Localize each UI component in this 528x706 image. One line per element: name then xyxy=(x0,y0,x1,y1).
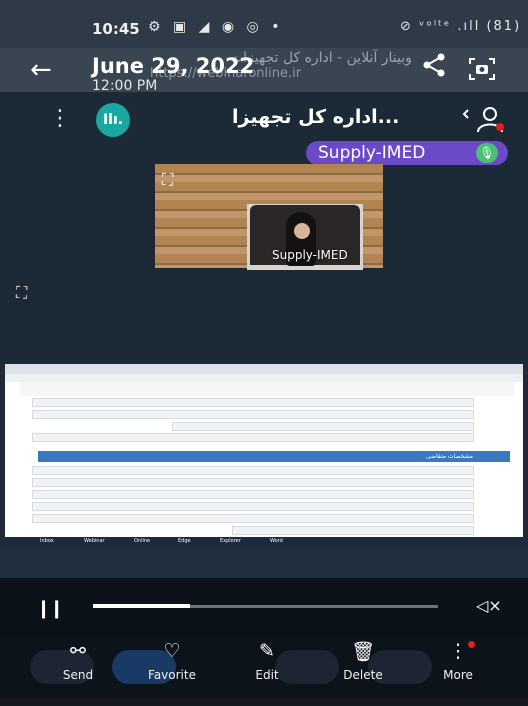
send-label: Send xyxy=(62,668,94,682)
shared-taskbar xyxy=(5,537,523,546)
background-meeting-title: وبینار آنلاین - اداره کل تجهیزات xyxy=(230,50,412,66)
delete-button[interactable]: 🗑 Delete xyxy=(328,640,398,682)
pencil-icon: ✎ xyxy=(259,640,275,662)
shared-taskbar-item: Word xyxy=(270,538,283,544)
shared-browser-bar xyxy=(5,364,523,374)
favorite-label: Favorite xyxy=(148,668,196,682)
shared-form-row xyxy=(32,502,474,511)
shared-form-row xyxy=(32,433,474,442)
mute-icon[interactable]: ◁× xyxy=(476,596,502,615)
shared-form-row xyxy=(32,398,474,407)
shared-form-row xyxy=(32,490,474,499)
shared-form-row xyxy=(32,410,474,419)
shared-form-row xyxy=(32,478,474,487)
expand-video-icon[interactable]: ⛶ xyxy=(162,170,173,190)
navigation-bar xyxy=(0,698,528,706)
shared-form-header xyxy=(20,382,514,396)
shared-taskbar-item: Webinar xyxy=(84,538,105,544)
delete-label: Delete xyxy=(343,668,383,682)
microphone-icon: 🎙 xyxy=(476,143,498,163)
edit-button[interactable]: ✎ Edit xyxy=(232,640,302,682)
shared-form-row xyxy=(32,514,474,523)
shared-taskbar-item: Online xyxy=(134,538,151,544)
more-button[interactable]: ⋮ More xyxy=(423,640,493,682)
status-time: 10:45 xyxy=(92,20,140,38)
progress-fill xyxy=(93,604,190,608)
share-icon[interactable] xyxy=(421,52,447,78)
share-icon: ⚯ xyxy=(70,640,86,662)
status-icons: ⚙ ▣ ◢ ◉ ◎ • xyxy=(148,19,284,35)
pause-icon[interactable]: ❙❙ xyxy=(36,598,64,619)
edit-label: Edit xyxy=(255,668,279,682)
notification-dot xyxy=(496,123,504,131)
shared-taskbar-item: Edge xyxy=(178,538,191,544)
stats-icon: Ilı. xyxy=(102,112,124,128)
shared-taskbar-item: Explorer xyxy=(220,538,241,544)
shared-section-title: مشخصات متقاضی xyxy=(426,453,474,460)
capture-date: June 29, 2022 xyxy=(92,54,255,78)
scan-screen-icon[interactable] xyxy=(468,56,496,82)
video-tile-label: Supply-IMED xyxy=(272,248,348,262)
back-arrow-icon[interactable]: ← xyxy=(30,57,52,83)
battery-signal-icons: ⊘ ᵛᵒˡᵗᵉ .ıll (81) xyxy=(400,19,522,34)
shared-form-row xyxy=(232,526,474,535)
more-notification-dot xyxy=(468,641,475,648)
meeting-title: اداره کل تجهیزا... xyxy=(232,106,400,128)
stats-button[interactable]: Ilı. xyxy=(96,103,130,137)
shared-form-row xyxy=(32,466,474,475)
shared-tab-bar xyxy=(5,374,523,382)
favorite-button[interactable]: ♡ Favorite xyxy=(137,640,207,682)
trash-icon: 🗑 xyxy=(350,641,376,663)
video-face xyxy=(294,223,310,239)
heart-icon: ♡ xyxy=(163,640,181,662)
player-band xyxy=(0,548,528,578)
kebab-menu-icon[interactable]: ⋮ xyxy=(49,106,71,131)
shared-form-row xyxy=(172,422,474,431)
shared-taskbar-item: Inbox xyxy=(40,538,54,544)
more-label: More xyxy=(443,668,473,682)
more-icon: ⋮ xyxy=(448,640,468,662)
send-button[interactable]: ⚯ Send xyxy=(43,640,113,682)
fullscreen-icon[interactable]: ⛶ xyxy=(16,283,27,303)
